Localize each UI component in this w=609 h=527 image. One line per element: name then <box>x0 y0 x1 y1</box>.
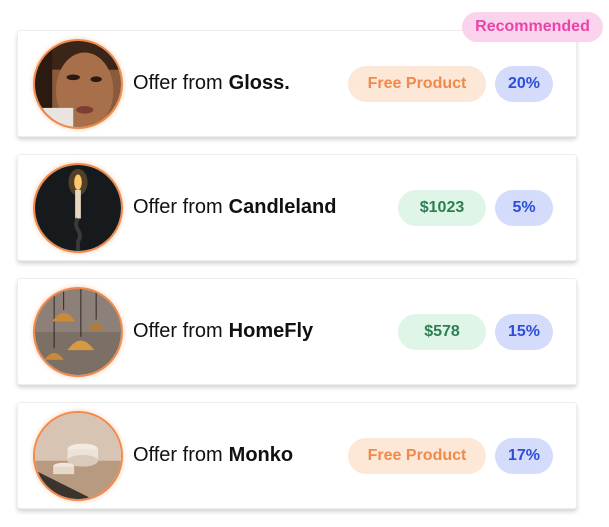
offer-prefix: Offer from <box>133 196 223 218</box>
candle-photo-icon <box>33 163 123 253</box>
recommended-badge: Recommended <box>462 12 603 42</box>
offer-prefix: Offer from <box>133 444 223 466</box>
percent-pill: 17% <box>495 438 553 474</box>
offer-title: Offer from Candleland <box>133 155 336 260</box>
offers-list: Recommended Offer from Gloss. Free Produ… <box>0 0 609 527</box>
offer-brand: Monko <box>228 444 294 466</box>
reward-pill: $1023 <box>398 190 486 226</box>
offer-brand: Gloss. <box>228 72 290 94</box>
offer-prefix: Offer from <box>133 72 223 94</box>
pendant-lamps-photo-icon <box>33 287 123 377</box>
offer-card-homefly[interactable]: Offer from HomeFly $578 15% <box>17 278 577 385</box>
offer-card-candleland[interactable]: Offer from Candleland $1023 5% <box>17 154 577 261</box>
percent-pill: 5% <box>495 190 553 226</box>
reward-pill: Free Product <box>348 66 486 102</box>
offer-card-gloss[interactable]: Offer from Gloss. Free Product 20% <box>17 30 577 137</box>
offer-title: Offer from Gloss. <box>133 31 290 136</box>
offer-prefix: Offer from <box>133 320 223 342</box>
percent-pill: 20% <box>495 66 553 102</box>
portrait-photo-icon <box>33 39 123 129</box>
reward-pill: $578 <box>398 314 486 350</box>
offer-brand: HomeFly <box>228 320 314 342</box>
percent-pill: 15% <box>495 314 553 350</box>
reward-pill: Free Product <box>348 438 486 474</box>
offer-title: Offer from Monko <box>133 403 293 508</box>
cosmetics-jars-photo-icon <box>33 411 123 501</box>
offer-card-monko[interactable]: Offer from Monko Free Product 17% <box>17 402 577 509</box>
offer-brand: Candleland <box>228 196 337 218</box>
offer-title: Offer from HomeFly <box>133 279 313 384</box>
